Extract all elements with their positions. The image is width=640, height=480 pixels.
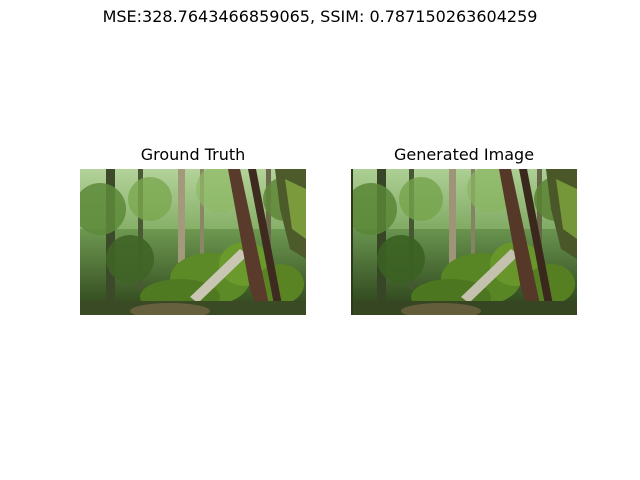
generated-image bbox=[351, 169, 577, 315]
ground-truth-title: Ground Truth bbox=[140, 145, 246, 164]
ground-truth-image bbox=[80, 169, 306, 315]
generated-image-title: Generated Image bbox=[393, 145, 535, 164]
ground-truth-panel: Ground Truth bbox=[80, 145, 306, 315]
generated-image-panel: Generated Image bbox=[351, 145, 577, 315]
figure-suptitle: MSE:328.7643466859065, SSIM: 0.787150263… bbox=[102, 7, 538, 26]
